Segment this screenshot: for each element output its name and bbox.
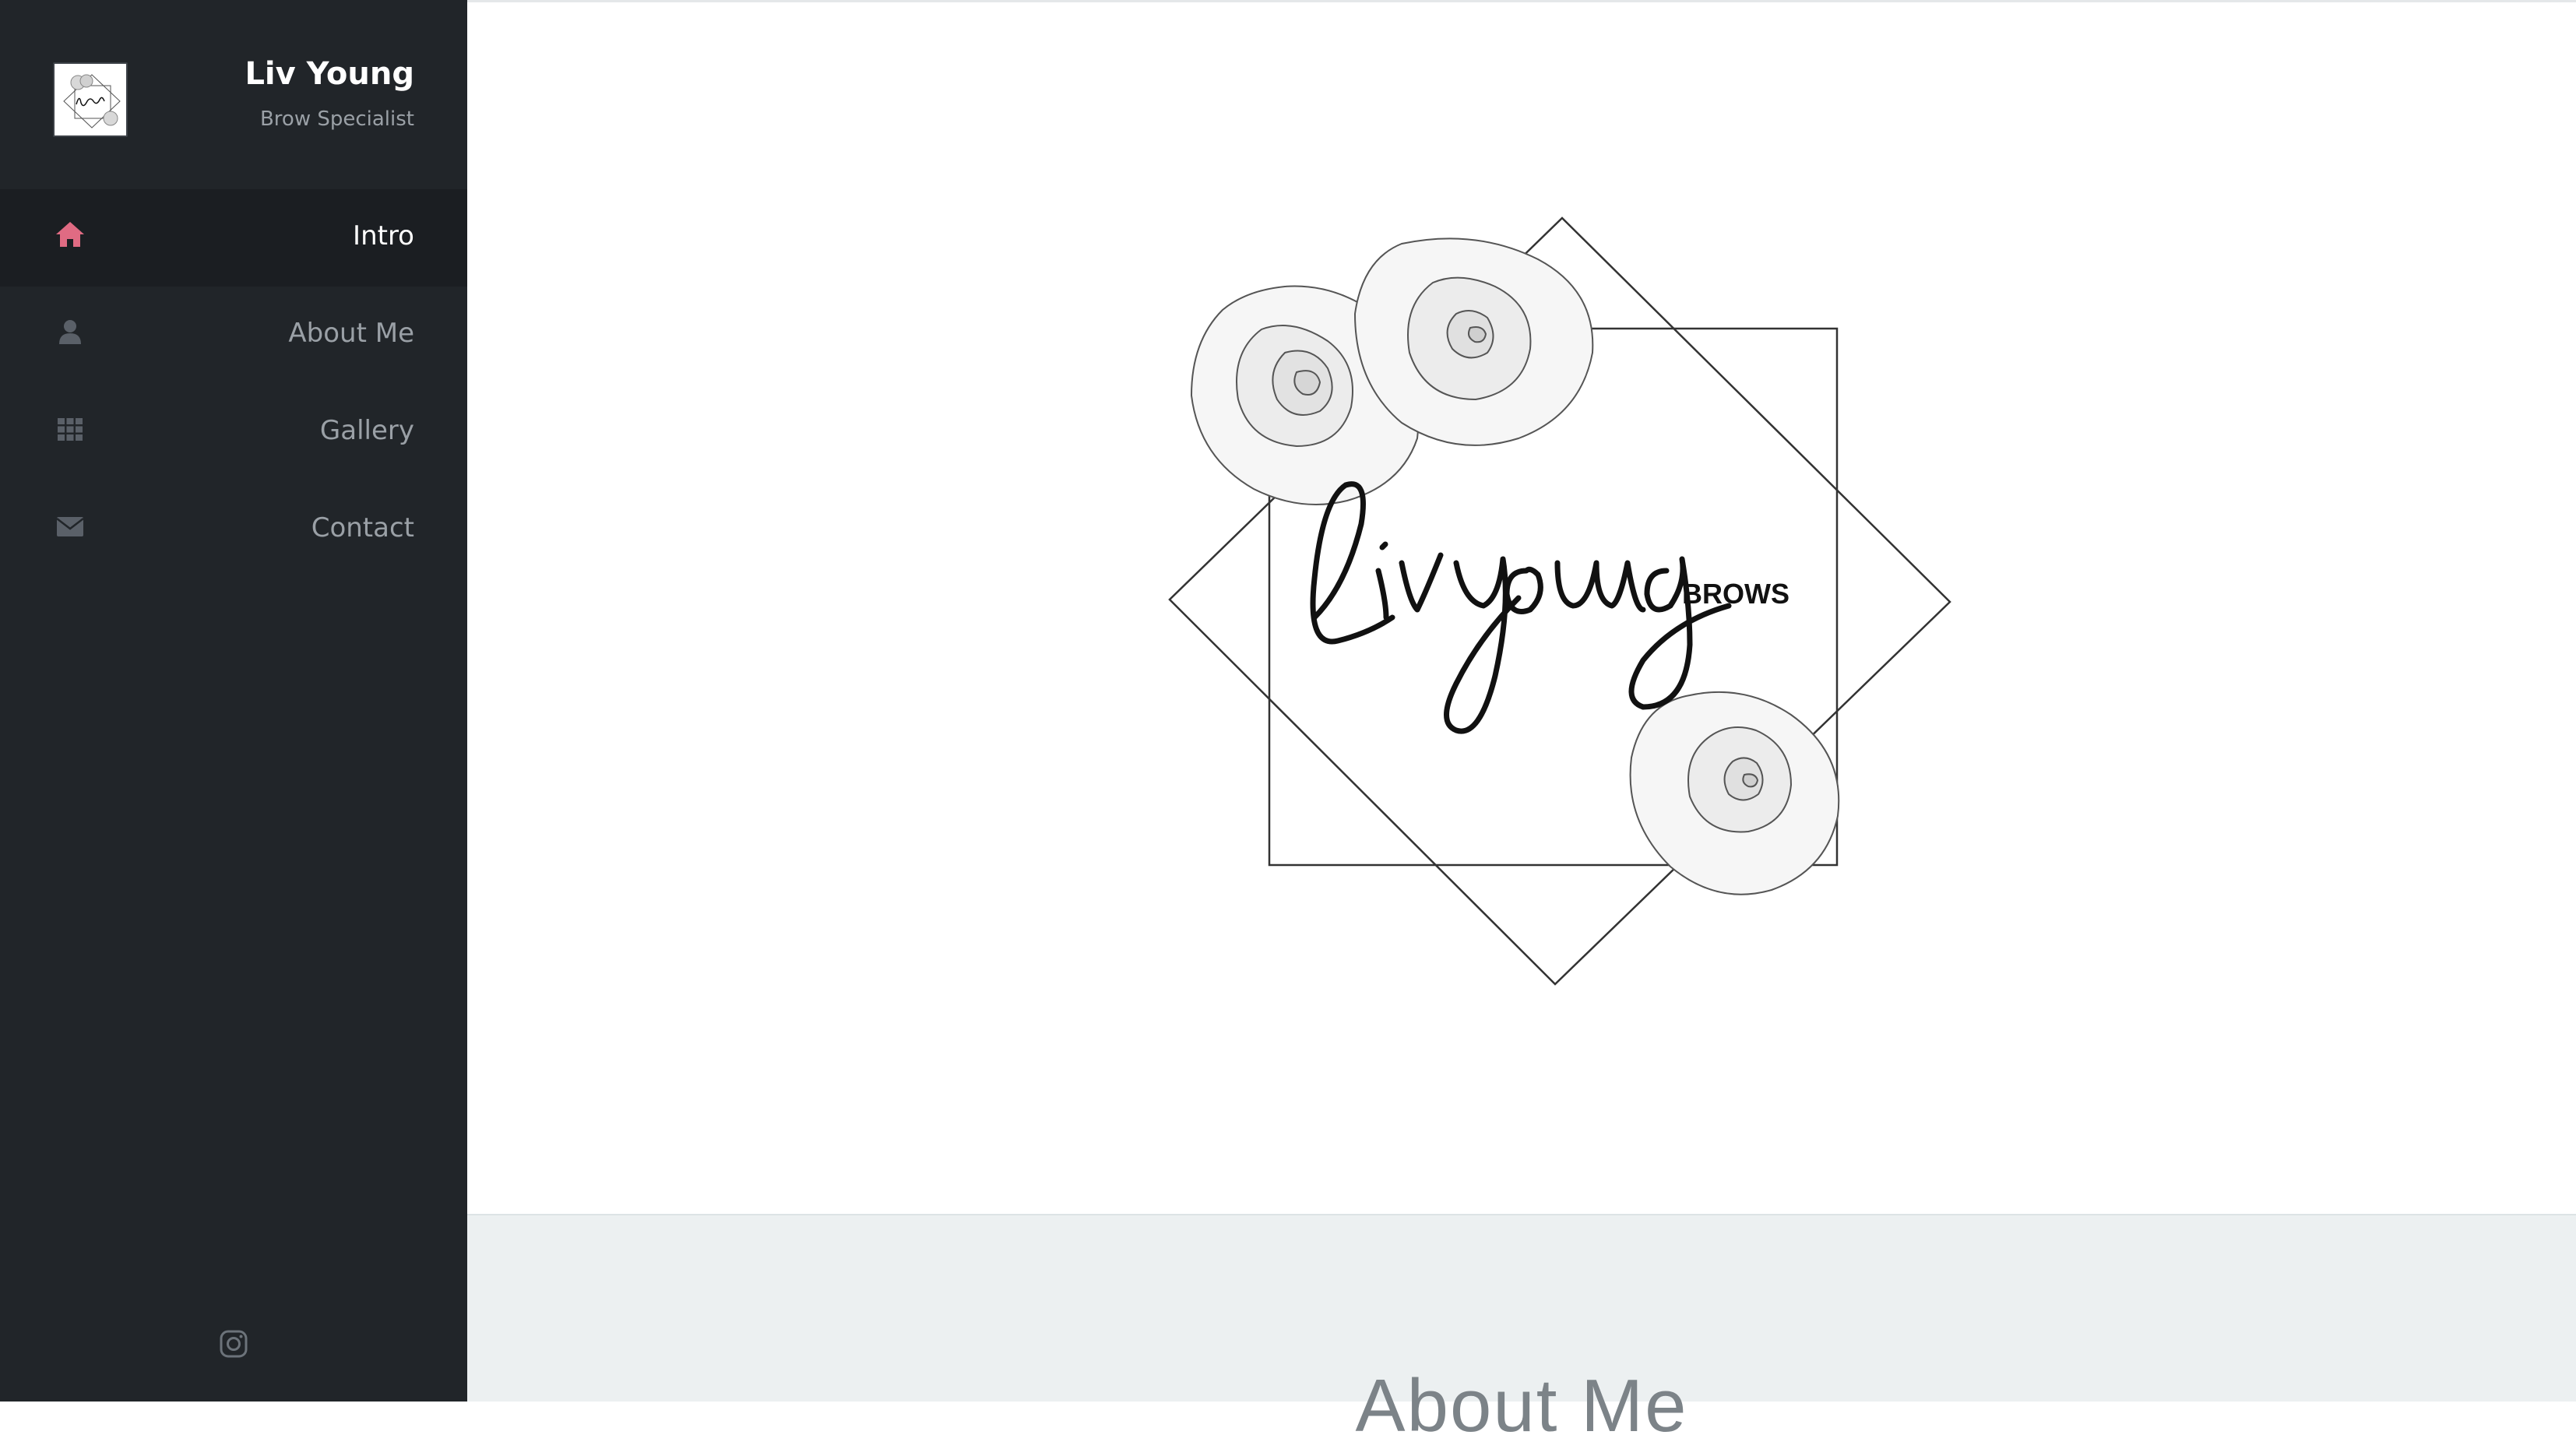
nav-item-label: Contact xyxy=(311,512,414,543)
sidebar-nav: Intro About Me Gallery Contact xyxy=(0,189,467,579)
about-section: About Me xyxy=(467,1214,2576,1447)
instagram-icon[interactable] xyxy=(218,1328,249,1359)
rose-illustration-bottom xyxy=(1629,691,1840,895)
profile-name[interactable]: Liv Young xyxy=(245,56,414,92)
grid-icon xyxy=(58,418,83,441)
logo-script-lettering xyxy=(1310,481,1732,734)
about-heading: About Me xyxy=(1355,1364,1688,1447)
nav-item-label: Gallery xyxy=(319,415,414,446)
avatar[interactable] xyxy=(53,62,128,137)
nav-item-label: About Me xyxy=(288,318,414,349)
nav-item-label: Intro xyxy=(353,220,414,251)
intro-section: BROWS xyxy=(467,2,2576,1214)
nav-item-intro[interactable]: Intro xyxy=(0,189,467,287)
profile-title: Brow Specialist xyxy=(259,107,414,131)
brand-logo: BROWS xyxy=(1168,216,1951,986)
profile-header: Liv Young Brow Specialist xyxy=(0,0,467,189)
home-icon xyxy=(56,222,84,247)
logo-brows-word: BROWS xyxy=(1682,578,1789,610)
nav-item-contact[interactable]: Contact xyxy=(0,481,467,579)
nav-item-about-me[interactable]: About Me xyxy=(0,287,467,384)
envelope-icon xyxy=(56,517,84,536)
user-icon xyxy=(59,320,81,344)
avatar-logo-image xyxy=(55,64,126,135)
sidebar: Liv Young Brow Specialist Intro About Me xyxy=(0,0,467,1402)
main-content: BROWS About Me xyxy=(467,0,2576,1447)
nav-item-gallery[interactable]: Gallery xyxy=(0,384,467,481)
rose-illustration-top xyxy=(1190,237,1594,505)
